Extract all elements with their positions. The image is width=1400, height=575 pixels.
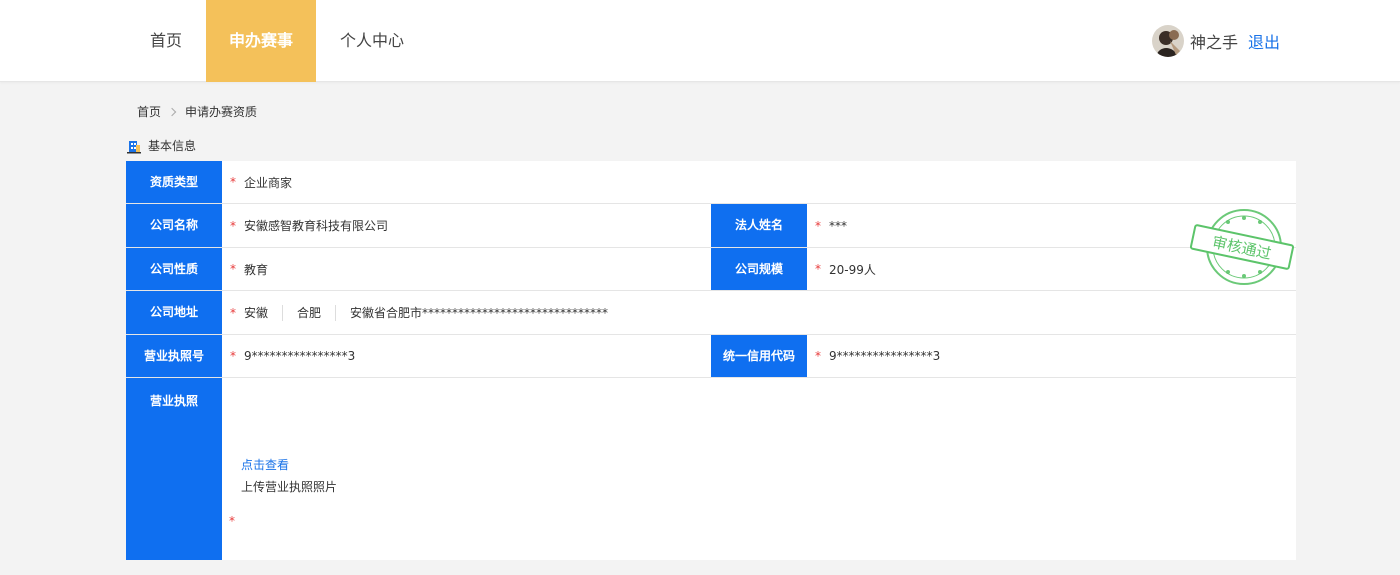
label-legal-person: 法人姓名	[711, 204, 807, 247]
top-header: 首页 申办赛事 个人中心 神之手 退出	[0, 0, 1400, 82]
required-mark: *	[230, 305, 236, 320]
value-company-address: * 安徽 合肥 安徽省合肥市**************************…	[230, 291, 636, 334]
required-mark: *	[815, 349, 821, 363]
value-credit-code: * 9****************3	[815, 335, 940, 377]
company-nature-text: 教育	[244, 262, 269, 277]
address-detail: 安徽省合肥市*******************************	[350, 305, 609, 320]
section-title-text: 基本信息	[148, 139, 197, 153]
required-mark: *	[230, 175, 236, 189]
label-company-address: 公司地址	[126, 291, 222, 334]
label-company-size: 公司规模	[711, 248, 807, 290]
breadcrumb-current: 申请办赛资质	[185, 105, 258, 119]
row-company-address: 公司地址 * 安徽 合肥 安徽省合肥市*********************…	[126, 291, 1296, 335]
label-credit-code: 统一信用代码	[711, 335, 807, 377]
row-company-name: 公司名称 * 安徽感智教育科技有限公司 法人姓名 * ***	[126, 204, 1296, 248]
nav-home[interactable]: 首页	[126, 0, 206, 82]
row-qualification-type: 资质类型 * 企业商家	[126, 161, 1296, 204]
nav-personal-center[interactable]: 个人中心	[316, 0, 428, 82]
required-mark: *	[229, 514, 235, 528]
row-company-nature: 公司性质 * 教育 公司规模 * 20-99人	[126, 248, 1296, 291]
qualification-form: 资质类型 * 企业商家 公司名称 * 安徽感智教育科技有限公司 法人姓名 * *…	[126, 161, 1296, 560]
user-name[interactable]: 神之手	[1190, 29, 1238, 53]
address-province: 安徽	[244, 304, 284, 321]
view-license-link-text[interactable]: 点击查看	[241, 458, 289, 472]
user-area: 神之手 退出	[1151, 0, 1280, 82]
nav-apply-event[interactable]: 申办赛事	[206, 0, 317, 82]
address-city: 合肥	[297, 304, 337, 321]
row-license-number: 营业执照号 * 9****************3 统一信用代码 * 9***…	[126, 335, 1296, 378]
label-qualification-type: 资质类型	[126, 161, 222, 203]
avatar[interactable]	[1151, 25, 1184, 57]
breadcrumb: 首页 申请办赛资质	[137, 103, 257, 120]
required-mark: *	[230, 349, 236, 363]
row-license-photo: 营业执照 点击查看 上传营业执照照片 *	[126, 378, 1296, 560]
building-icon	[127, 140, 141, 153]
avatar-image-icon	[1151, 25, 1184, 57]
breadcrumb-home[interactable]: 首页	[137, 103, 161, 120]
view-license-link[interactable]: 点击查看	[241, 454, 289, 473]
value-qualification-type: * 企业商家	[230, 161, 292, 203]
company-size-text: 20-99人	[829, 262, 876, 277]
label-company-nature: 公司性质	[126, 248, 222, 290]
approved-stamp-icon: 审核通过	[1189, 209, 1295, 285]
value-company-name: * 安徽感智教育科技有限公司	[230, 204, 388, 247]
company-name-text: 安徽感智教育科技有限公司	[244, 219, 389, 233]
value-legal-person: * ***	[815, 204, 847, 247]
value-license-number: * 9****************3	[230, 335, 355, 377]
required-mark: *	[230, 218, 236, 233]
label-company-name: 公司名称	[126, 204, 222, 247]
main-nav: 首页 申办赛事 个人中心	[126, 0, 428, 82]
credit-code-text: 9****************3	[829, 349, 941, 363]
required-mark: *	[230, 262, 236, 276]
logout-link[interactable]: 退出	[1248, 29, 1280, 53]
upload-license-text: 上传营业执照照片	[241, 480, 338, 494]
label-license-number: 营业执照号	[126, 335, 222, 377]
section-title: 基本信息	[126, 137, 196, 154]
required-mark: *	[815, 218, 821, 233]
legal-person-text: ***	[829, 218, 847, 233]
value-company-size: * 20-99人	[815, 248, 876, 290]
value-company-nature: * 教育	[230, 248, 268, 290]
chevron-right-icon	[167, 107, 177, 116]
label-license-photo: 营业执照	[126, 378, 222, 560]
license-number-text: 9****************3	[244, 349, 356, 363]
required-mark: *	[815, 262, 821, 276]
qualification-type-text: 企业商家	[244, 175, 293, 190]
